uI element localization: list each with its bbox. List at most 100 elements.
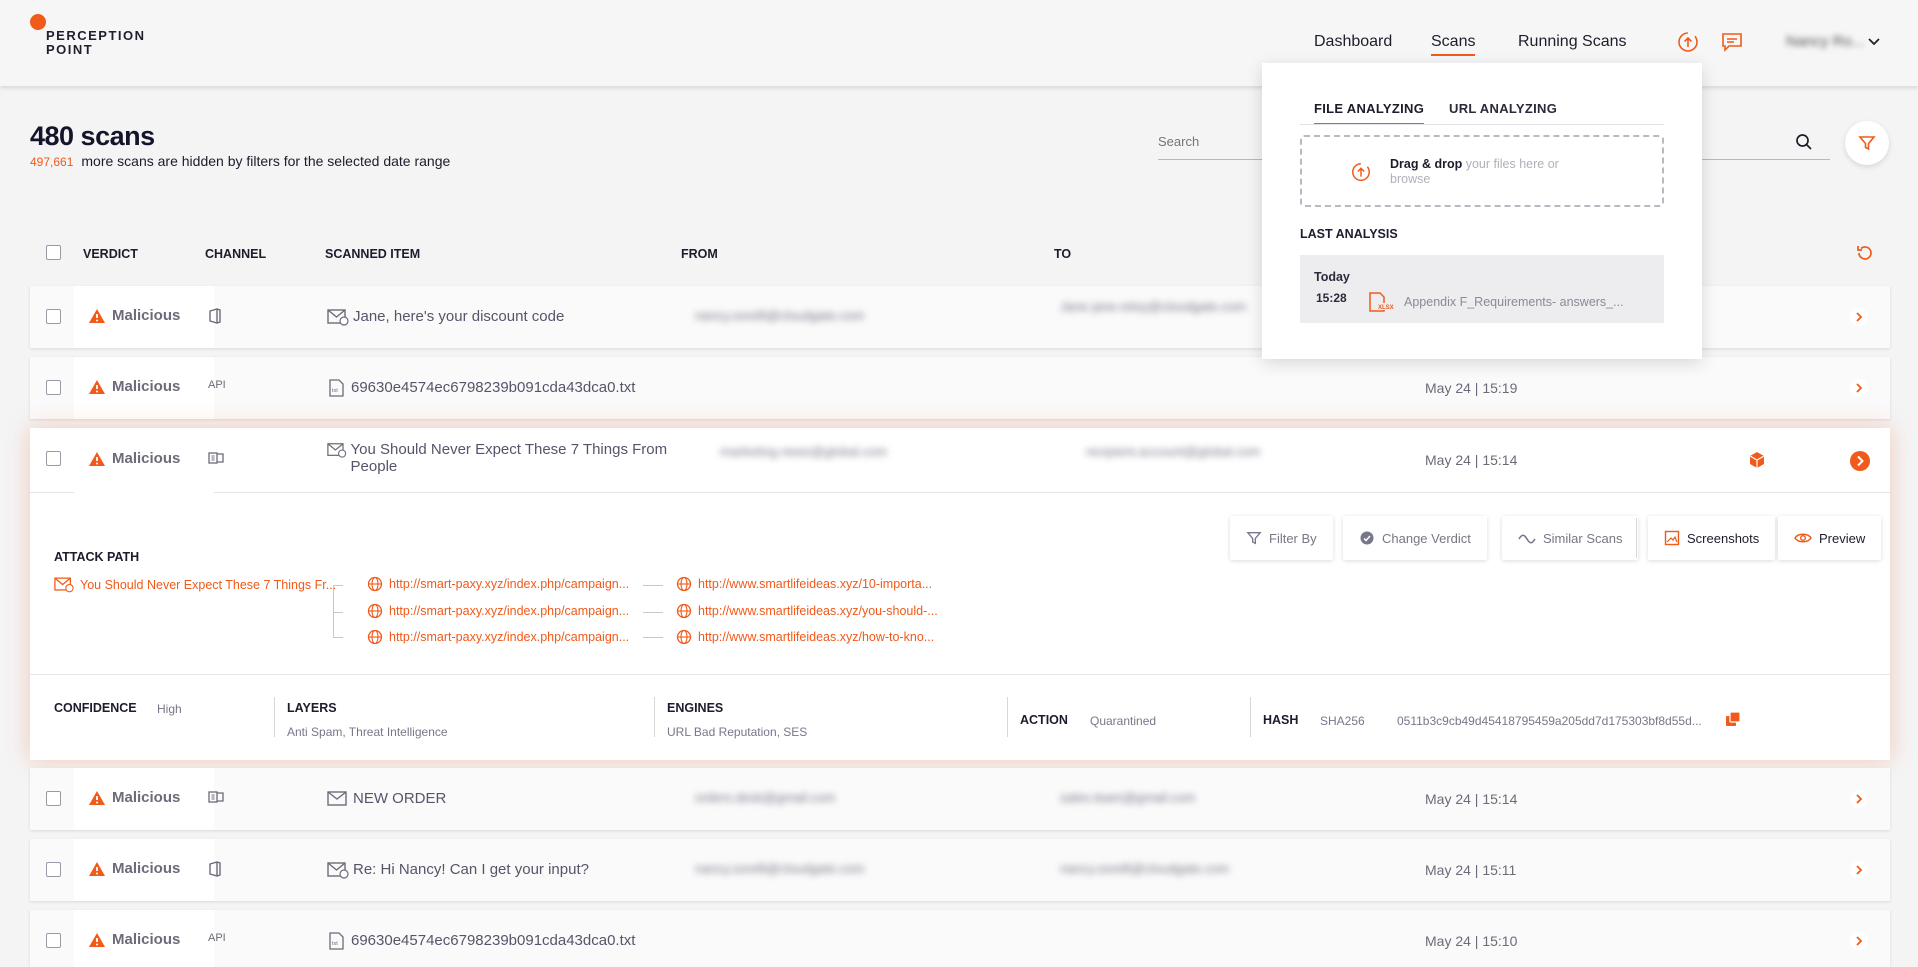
copy-icon[interactable]: [1725, 711, 1741, 730]
screenshots-button[interactable]: Screenshots: [1648, 516, 1776, 560]
scan-meta-strip: CONFIDENCE High LAYERS Anti Spam, Threat…: [30, 674, 1890, 760]
filter-icon: [1858, 136, 1876, 151]
nav-dashboard[interactable]: Dashboard: [1314, 33, 1392, 51]
upload-icon[interactable]: [1676, 30, 1700, 54]
scanned-item[interactable]: txt 69630e4574ec6798239b091cda43dca0.txt: [327, 379, 635, 397]
globe-icon: [367, 629, 383, 645]
attack-path-url[interactable]: http://www.smartlifeideas.xyz/you-should…: [676, 603, 938, 619]
to-address: Jane jane.reloy@cloudgate.com: [1060, 299, 1246, 314]
select-all-checkbox[interactable]: [46, 245, 61, 260]
exchange-icon: [208, 790, 224, 807]
wave-icon: [1518, 534, 1536, 544]
from-address: nancy.sorelli@cloudgate.com: [695, 308, 865, 323]
engines-value: URL Bad Reputation, SES: [667, 725, 808, 739]
attack-path-connector: [643, 585, 663, 586]
chevron-right-icon[interactable]: [1849, 789, 1869, 814]
attack-path-url[interactable]: http://smart-paxy.xyz/index.php/campaign…: [367, 576, 629, 592]
meta-divider: [1007, 697, 1008, 737]
screenshot-icon: [1664, 530, 1680, 546]
table-row[interactable]: Malicious NEW ORDER orders.desk@gmail.co…: [30, 768, 1890, 830]
attack-path-connector: [643, 612, 663, 613]
chevron-right-icon[interactable]: [1849, 860, 1869, 885]
email-icon: [327, 791, 347, 806]
user-name[interactable]: Nancy Ro...: [1786, 33, 1864, 50]
filter-button[interactable]: [1845, 121, 1889, 165]
search-icon[interactable]: [1795, 133, 1813, 156]
chevron-down-icon[interactable]: [1866, 33, 1882, 54]
attack-path-url[interactable]: http://www.smartlifeideas.xyz/how-to-kno…: [676, 629, 934, 645]
scanned-item[interactable]: You Should Never Expect These 7 Things F…: [327, 441, 677, 475]
email-url-icon: [54, 577, 74, 593]
txt-file-icon: txt: [329, 932, 344, 950]
tab-url-analyzing[interactable]: URL ANALYZING: [1449, 101, 1557, 123]
hash-label: HASH: [1263, 713, 1299, 727]
table-row[interactable]: Malicious API txt 69630e4574ec6798239b09…: [30, 910, 1890, 967]
tab-file-analyzing[interactable]: FILE ANALYZING: [1314, 101, 1425, 125]
eye-icon: [1794, 533, 1812, 543]
row-checkbox[interactable]: [46, 380, 61, 395]
item-label: You Should Never Expect These 7 Things F…: [350, 441, 668, 475]
table-row[interactable]: Malicious Re: Hi Nancy! Can I get your i…: [30, 839, 1890, 901]
last-analysis-item[interactable]: Today 15:28 XLSX Appendix F_Requirements…: [1300, 255, 1664, 323]
verdict-icon: [1360, 531, 1374, 545]
upload-popover: FILE ANALYZING URL ANALYZING Drag & drop…: [1262, 63, 1702, 359]
page-title: 480 scans: [30, 121, 155, 151]
attack-path-connector: [333, 585, 334, 637]
change-verdict-button[interactable]: Change Verdict: [1343, 516, 1487, 560]
scanned-item[interactable]: Jane, here's your discount code: [327, 308, 564, 326]
url-label: http://smart-paxy.xyz/index.php/campaign…: [389, 577, 630, 591]
chevron-right-icon[interactable]: [1849, 378, 1869, 403]
logo-line2: POINT: [46, 42, 94, 57]
scanned-item[interactable]: NEW ORDER: [327, 790, 446, 808]
row-checkbox[interactable]: [46, 933, 61, 948]
email-url-icon: [327, 862, 349, 879]
chevron-right-icon[interactable]: [1849, 307, 1869, 332]
refresh-icon[interactable]: [1855, 243, 1875, 268]
verdict-malicious: Malicious: [88, 789, 180, 806]
channel-api: API: [208, 379, 226, 391]
nav-running-scans[interactable]: Running Scans: [1518, 33, 1627, 51]
attack-path-url[interactable]: http://smart-paxy.xyz/index.php/campaign…: [367, 603, 629, 619]
header-scanned-item[interactable]: SCANNED ITEM: [325, 247, 420, 261]
warning-icon: [89, 932, 105, 947]
expanded-row-summary[interactable]: Malicious You Should Never Expect These …: [30, 428, 1890, 493]
chevron-right-icon[interactable]: [1849, 450, 1871, 477]
sandbox-cube-icon[interactable]: [1748, 451, 1766, 474]
file-dropzone[interactable]: Drag & drop your files here or browse: [1300, 135, 1664, 207]
attack-path-root[interactable]: You Should Never Expect These 7 Things F…: [54, 576, 336, 593]
scanned-item[interactable]: Re: Hi Nancy! Can I get your input?: [327, 861, 589, 879]
row-checkbox[interactable]: [46, 862, 61, 877]
attack-path-url[interactable]: http://www.smartlifeideas.xyz/10-importa…: [676, 576, 932, 592]
preview-button[interactable]: Preview: [1778, 516, 1882, 560]
button-label: Filter By: [1269, 530, 1317, 546]
attack-path-url[interactable]: http://smart-paxy.xyz/index.php/campaign…: [367, 629, 629, 645]
logo-line1: PERCEPTION: [46, 28, 146, 43]
feedback-icon[interactable]: [1720, 30, 1744, 54]
filter-icon: [1246, 532, 1262, 545]
header-channel[interactable]: CHANNEL: [205, 247, 266, 261]
row-checkbox[interactable]: [46, 309, 61, 324]
chevron-right-icon[interactable]: [1849, 931, 1869, 956]
scanned-item[interactable]: txt 69630e4574ec6798239b091cda43dca0.txt: [327, 932, 635, 950]
from-address: marketing.news@global.com: [720, 444, 888, 459]
similar-scans-button[interactable]: Similar Scans: [1502, 516, 1639, 560]
attack-path-title: ATTACK PATH: [54, 550, 140, 564]
verdict-malicious: Malicious: [88, 931, 180, 948]
header-from[interactable]: FROM: [681, 247, 718, 261]
header-to[interactable]: TO: [1054, 247, 1071, 261]
scan-date: May 24 | 15:14: [1425, 791, 1518, 807]
warning-icon: [89, 790, 105, 805]
item-label: 69630e4574ec6798239b091cda43dca0.txt: [351, 379, 636, 396]
nav-scans[interactable]: Scans: [1431, 33, 1476, 56]
table-row-expanded[interactable]: Malicious You Should Never Expect These …: [30, 428, 1890, 760]
row-checkbox[interactable]: [46, 791, 61, 806]
row-checkbox[interactable]: [46, 451, 61, 466]
hash-type: SHA256: [1320, 714, 1365, 728]
header-verdict[interactable]: VERDICT: [83, 247, 138, 261]
filter-by-button[interactable]: Filter By: [1230, 516, 1333, 560]
upload-icon: [1350, 161, 1372, 188]
verdict-label: Malicious: [112, 378, 181, 395]
table-row[interactable]: Malicious API txt 69630e4574ec6798239b09…: [30, 357, 1890, 419]
meta-divider: [654, 697, 655, 737]
email-url-icon: [327, 309, 349, 326]
